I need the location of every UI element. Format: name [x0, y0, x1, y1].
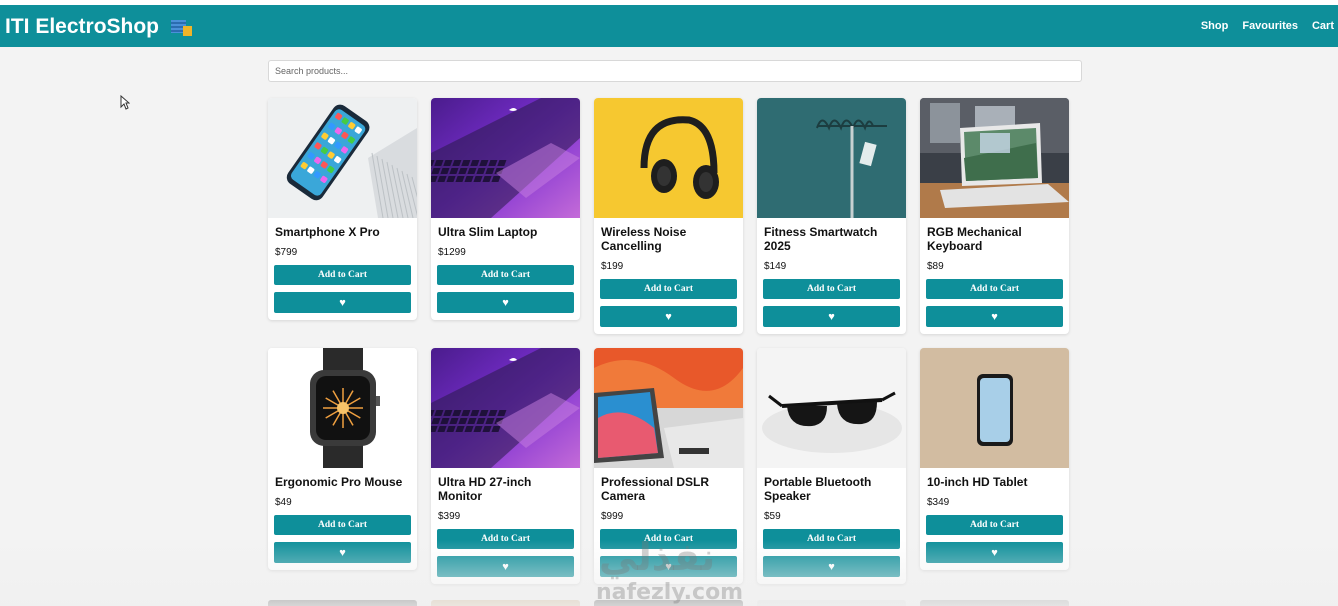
- product-price: $399: [438, 511, 461, 522]
- heart-icon[interactable]: ♥: [274, 542, 411, 563]
- product-card: Smartphone X Pro $799 Add to Cart ♥: [268, 98, 417, 320]
- product-price: $59: [764, 511, 781, 522]
- product-image[interactable]: [268, 98, 417, 218]
- next-row-card: [757, 600, 906, 606]
- next-row-card: [594, 600, 743, 606]
- add-to-cart-button[interactable]: Add to Cart: [274, 265, 411, 285]
- product-name: Ergonomic Pro Mouse: [275, 475, 403, 489]
- product-image[interactable]: [757, 98, 906, 218]
- product-card: Ultra HD 27-inch Monitor $399 Add to Cart ♥: [431, 348, 580, 584]
- add-to-cart-button[interactable]: Add to Cart: [437, 265, 574, 285]
- product-name: Ultra Slim Laptop: [438, 225, 538, 239]
- heart-icon[interactable]: ♥: [926, 542, 1063, 563]
- product-image[interactable]: [594, 98, 743, 218]
- product-price: $89: [927, 261, 944, 272]
- heart-icon[interactable]: ♥: [437, 556, 574, 577]
- add-to-cart-button[interactable]: Add to Cart: [600, 279, 737, 299]
- heart-icon[interactable]: ♥: [600, 306, 737, 327]
- product-price: $349: [927, 497, 950, 508]
- product-name: Ultra HD 27-inch Monitor: [438, 475, 532, 503]
- navbar: ITI ElectroShop Shop Favourites Cart: [0, 5, 1338, 47]
- product-name: Wireless Noise Cancelling: [601, 225, 687, 253]
- product-card: 10-inch HD Tablet $349 Add to Cart ♥: [920, 348, 1069, 570]
- add-to-cart-button[interactable]: Add to Cart: [763, 279, 900, 299]
- product-name: Smartphone X Pro: [275, 225, 380, 239]
- product-card: Wireless Noise Cancelling $199 Add to Cart…: [594, 98, 743, 334]
- product-price: $799: [275, 247, 298, 258]
- product-price: $1299: [438, 247, 466, 258]
- product-name: Professional DSLR Camera: [601, 475, 710, 503]
- next-row-card: [268, 600, 417, 606]
- product-card: RGB Mechanical Keyboard $89 Add to Cart ♥: [920, 98, 1069, 334]
- store-icon: [171, 20, 192, 36]
- next-row-card: [920, 600, 1069, 606]
- search-input[interactable]: [268, 60, 1082, 82]
- add-to-cart-button[interactable]: Add to Cart: [926, 279, 1063, 299]
- product-name: Fitness Smartwatch 2025: [764, 225, 878, 253]
- mouse-cursor-icon: [120, 95, 130, 110]
- product-image[interactable]: [431, 98, 580, 218]
- nav-links: Shop Favourites Cart: [1201, 20, 1334, 32]
- heart-icon[interactable]: ♥: [763, 306, 900, 327]
- add-to-cart-button[interactable]: Add to Cart: [926, 515, 1063, 535]
- product-price: $149: [764, 261, 787, 272]
- nav-shop-link[interactable]: Shop: [1201, 20, 1229, 32]
- add-to-cart-button[interactable]: Add to Cart: [600, 529, 737, 549]
- heart-icon[interactable]: ♥: [926, 306, 1063, 327]
- product-image[interactable]: [594, 348, 743, 468]
- product-card: Portable Bluetooth Speaker $59 Add to Cart…: [757, 348, 906, 584]
- product-card: Professional DSLR Camera $999 Add to Cart ♥: [594, 348, 743, 584]
- nav-favourites-link[interactable]: Favourites: [1242, 20, 1298, 32]
- product-name: Portable Bluetooth Speaker: [764, 475, 872, 503]
- heart-icon[interactable]: ♥: [763, 556, 900, 577]
- product-image[interactable]: [920, 348, 1069, 468]
- brand-title[interactable]: ITI ElectroShop: [5, 15, 159, 39]
- product-price: $49: [275, 497, 292, 508]
- product-card: Ergonomic Pro Mouse $49 Add to Cart ♥: [268, 348, 417, 570]
- product-card: Fitness Smartwatch 2025 $149 Add to Cart ♥: [757, 98, 906, 334]
- add-to-cart-button[interactable]: Add to Cart: [437, 529, 574, 549]
- product-price: $199: [601, 261, 624, 272]
- nav-cart-link[interactable]: Cart: [1312, 20, 1334, 32]
- heart-icon[interactable]: ♥: [437, 292, 574, 313]
- add-to-cart-button[interactable]: Add to Cart: [274, 515, 411, 535]
- product-image[interactable]: [268, 348, 417, 468]
- heart-icon[interactable]: ♥: [274, 292, 411, 313]
- next-row-card: [431, 600, 580, 606]
- product-name: RGB Mechanical Keyboard: [927, 225, 1022, 253]
- heart-icon[interactable]: ♥: [600, 556, 737, 577]
- add-to-cart-button[interactable]: Add to Cart: [763, 529, 900, 549]
- product-image[interactable]: [431, 348, 580, 468]
- product-image[interactable]: [757, 348, 906, 468]
- product-price: $999: [601, 511, 624, 522]
- product-card: Ultra Slim Laptop $1299 Add to Cart ♥: [431, 98, 580, 320]
- product-image[interactable]: [920, 98, 1069, 218]
- product-name: 10-inch HD Tablet: [927, 475, 1028, 489]
